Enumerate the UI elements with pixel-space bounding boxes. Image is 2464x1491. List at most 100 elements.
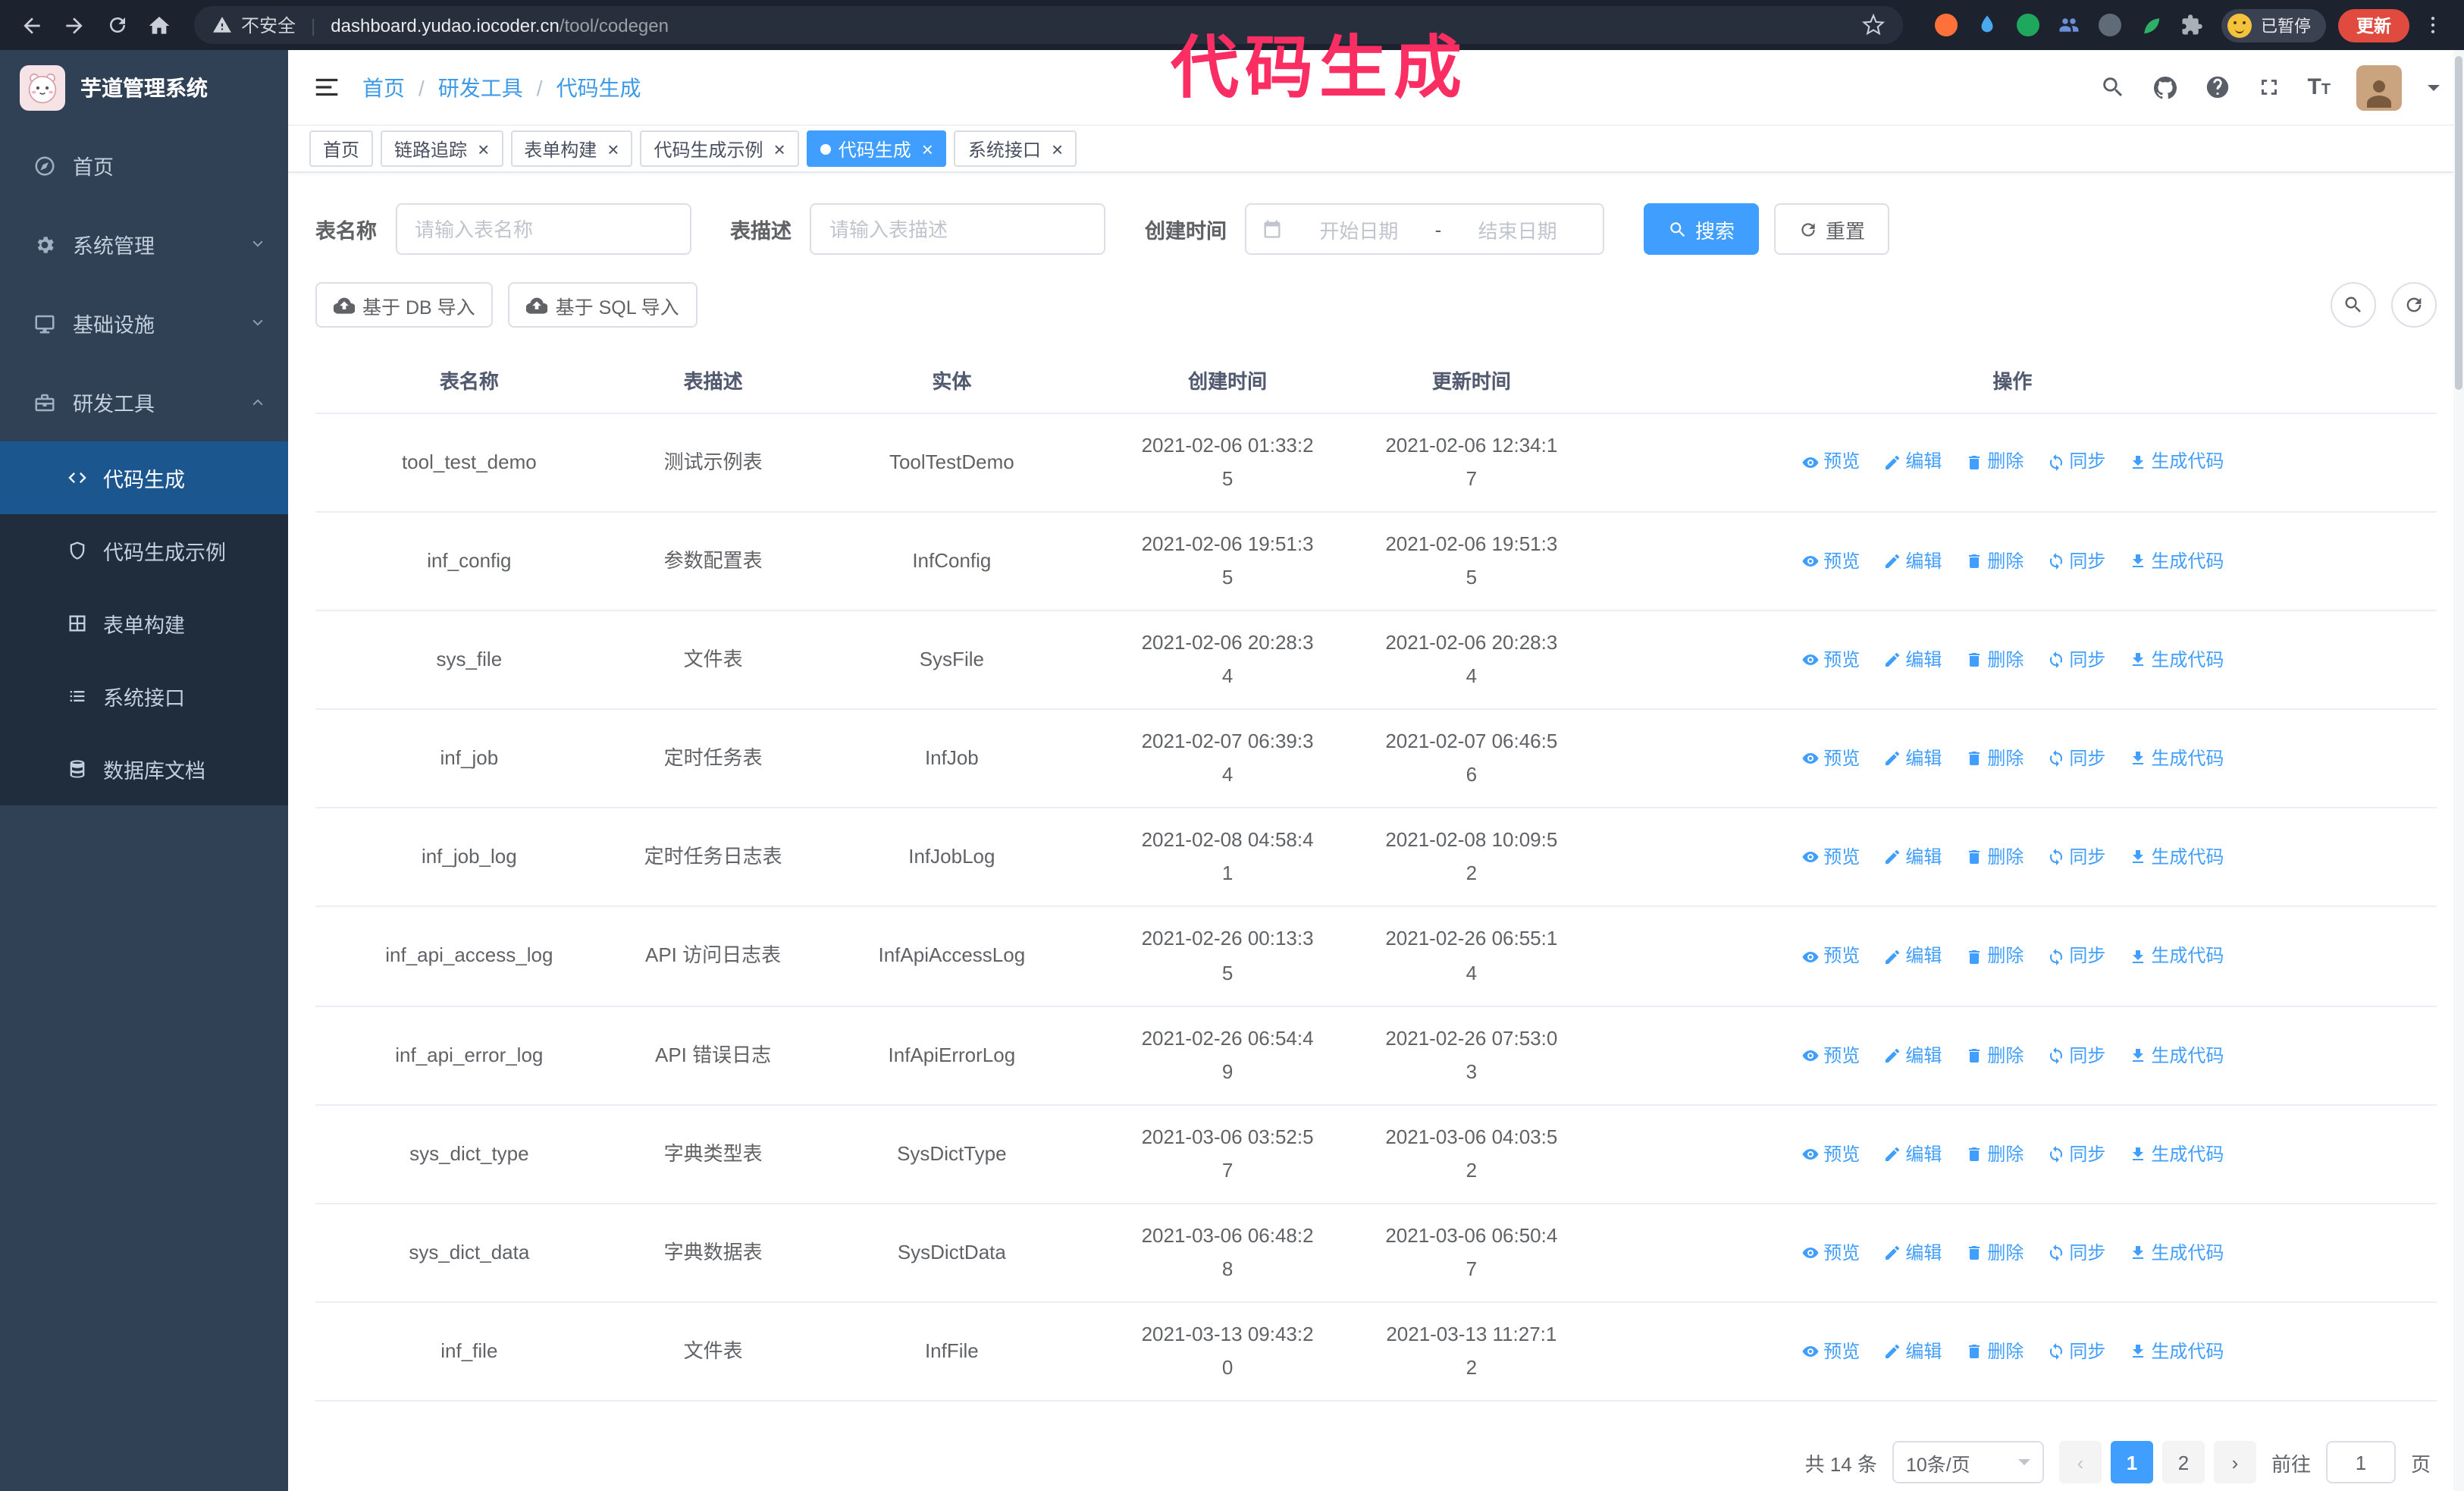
reset-button[interactable]: 重置	[1774, 203, 1890, 255]
row-action-edit[interactable]: 编辑	[1882, 842, 1942, 873]
row-action-sync[interactable]: 同步	[2046, 1138, 2105, 1169]
row-action-edit[interactable]: 编辑	[1882, 447, 1942, 478]
close-tab-icon[interactable]: ×	[922, 139, 933, 159]
search-button[interactable]: 搜索	[1644, 203, 1760, 255]
row-action-preview[interactable]: 预览	[1801, 545, 1860, 576]
tab-codegen[interactable]: 代码生成 ×	[806, 130, 947, 167]
browser-reload-button[interactable]	[97, 5, 136, 45]
row-action-delete[interactable]: 删除	[1964, 645, 2024, 676]
app-logo[interactable]: 芋道管理系统	[0, 50, 288, 126]
row-action-sync[interactable]: 同步	[2046, 645, 2105, 676]
row-action-preview[interactable]: 预览	[1801, 447, 1860, 478]
tab-api[interactable]: 系统接口 ×	[954, 130, 1077, 167]
row-action-generate[interactable]: 生成代码	[2128, 1336, 2224, 1367]
row-action-delete[interactable]: 删除	[1964, 743, 2024, 774]
row-action-edit[interactable]: 编辑	[1882, 1336, 1942, 1367]
toggle-search-button[interactable]	[2331, 282, 2376, 328]
row-action-delete[interactable]: 删除	[1964, 1238, 2024, 1269]
translate-extension-icon[interactable]	[2097, 13, 2121, 37]
refresh-table-button[interactable]	[2391, 282, 2437, 328]
browser-update-button[interactable]: 更新	[2338, 8, 2409, 42]
create-time-range-picker[interactable]: 开始日期 - 结束日期	[1245, 203, 1604, 255]
contacts-extension-icon[interactable]	[2056, 13, 2080, 37]
help-icon[interactable]	[2204, 74, 2230, 100]
row-action-sync[interactable]: 同步	[2046, 1238, 2105, 1269]
row-action-generate[interactable]: 生成代码	[2128, 941, 2224, 972]
goto-page-input[interactable]	[2325, 1441, 2396, 1484]
github-icon[interactable]	[2151, 74, 2178, 101]
row-action-preview[interactable]: 预览	[1801, 1336, 1860, 1367]
row-action-delete[interactable]: 删除	[1964, 842, 2024, 873]
close-tab-icon[interactable]: ×	[607, 139, 619, 159]
close-tab-icon[interactable]: ×	[774, 139, 785, 159]
row-action-preview[interactable]: 预览	[1801, 842, 1860, 873]
sidebar-subitem-db-doc[interactable]: 数据库文档	[0, 733, 288, 805]
scrollbar[interactable]	[2453, 50, 2464, 1491]
row-action-sync[interactable]: 同步	[2046, 1040, 2105, 1071]
search-icon[interactable]	[2099, 74, 2125, 100]
browser-menu-icon[interactable]	[2412, 5, 2452, 45]
breadcrumb-item[interactable]: 首页	[362, 72, 405, 102]
tab-home[interactable]: 首页	[309, 130, 374, 167]
sidebar-item-infra[interactable]: 基础设施	[0, 284, 288, 363]
table-name-input[interactable]	[395, 203, 691, 255]
row-action-edit[interactable]: 编辑	[1882, 941, 1942, 972]
droplet-extension-icon[interactable]	[1974, 13, 1998, 37]
collapse-sidebar-icon[interactable]	[312, 73, 341, 102]
tab-tracing[interactable]: 链路追踪 ×	[381, 130, 503, 167]
breadcrumb-item[interactable]: 代码生成	[556, 72, 641, 102]
tab-codegen-example[interactable]: 代码生成示例 ×	[640, 130, 799, 167]
close-tab-icon[interactable]: ×	[478, 139, 489, 159]
row-action-sync[interactable]: 同步	[2046, 743, 2105, 774]
row-action-sync[interactable]: 同步	[2046, 545, 2105, 576]
avatar-caret-icon[interactable]	[2428, 84, 2440, 96]
firefox-extension-icon[interactable]	[1933, 13, 1958, 37]
sidebar-subitem-api[interactable]: 系统接口	[0, 660, 288, 733]
row-action-generate[interactable]: 生成代码	[2128, 1138, 2224, 1169]
sidebar-subitem-codegen-example[interactable]: 代码生成示例	[0, 514, 288, 587]
row-action-generate[interactable]: 生成代码	[2128, 545, 2224, 576]
font-size-icon[interactable]: TT	[2307, 76, 2331, 99]
profile-paused-chip[interactable]: 已暂停	[2221, 8, 2326, 42]
row-action-edit[interactable]: 编辑	[1882, 1040, 1942, 1071]
close-tab-icon[interactable]: ×	[1052, 139, 1063, 159]
leaf-extension-icon[interactable]	[2138, 13, 2162, 37]
row-action-edit[interactable]: 编辑	[1882, 545, 1942, 576]
fullscreen-icon[interactable]	[2256, 74, 2281, 100]
row-action-sync[interactable]: 同步	[2046, 941, 2105, 972]
sidebar-item-home[interactable]: 首页	[0, 126, 288, 205]
sidebar-subitem-form-builder[interactable]: 表单构建	[0, 587, 288, 660]
page-button-2[interactable]: 2	[2161, 1441, 2205, 1484]
row-action-generate[interactable]: 生成代码	[2128, 447, 2224, 478]
prev-page-button[interactable]: ‹	[2058, 1441, 2102, 1484]
row-action-generate[interactable]: 生成代码	[2128, 1238, 2224, 1269]
browser-forward-button[interactable]	[55, 5, 94, 45]
row-action-sync[interactable]: 同步	[2046, 842, 2105, 873]
row-action-preview[interactable]: 预览	[1801, 1040, 1860, 1071]
row-action-delete[interactable]: 删除	[1964, 1040, 2024, 1071]
import-db-button[interactable]: 基于 DB 导入	[315, 282, 494, 328]
sidebar-item-system[interactable]: 系统管理	[0, 205, 288, 284]
row-action-generate[interactable]: 生成代码	[2128, 743, 2224, 774]
row-action-edit[interactable]: 编辑	[1882, 645, 1942, 676]
user-avatar[interactable]	[2356, 64, 2402, 110]
puzzle-extension-icon[interactable]	[2179, 13, 2203, 37]
row-action-preview[interactable]: 预览	[1801, 1238, 1860, 1269]
table-desc-input[interactable]	[810, 203, 1105, 255]
page-size-select[interactable]: 10条/页	[1892, 1441, 2044, 1484]
address-bar[interactable]: 不安全 | dashboard.yudao.iocoder.cn/tool/co…	[194, 6, 1903, 44]
row-action-edit[interactable]: 编辑	[1882, 1138, 1942, 1169]
scrollbar-thumb[interactable]	[2455, 56, 2462, 390]
row-action-generate[interactable]: 生成代码	[2128, 645, 2224, 676]
row-action-delete[interactable]: 删除	[1964, 1336, 2024, 1367]
row-action-delete[interactable]: 删除	[1964, 545, 2024, 576]
row-action-preview[interactable]: 预览	[1801, 941, 1860, 972]
page-button-1[interactable]: 1	[2110, 1441, 2153, 1484]
bookmark-star-icon[interactable]	[1862, 14, 1885, 36]
row-action-generate[interactable]: 生成代码	[2128, 1040, 2224, 1071]
sidebar-subitem-codegen[interactable]: 代码生成	[0, 441, 288, 514]
row-action-sync[interactable]: 同步	[2046, 1336, 2105, 1367]
row-action-preview[interactable]: 预览	[1801, 743, 1860, 774]
row-action-generate[interactable]: 生成代码	[2128, 842, 2224, 873]
row-action-edit[interactable]: 编辑	[1882, 743, 1942, 774]
